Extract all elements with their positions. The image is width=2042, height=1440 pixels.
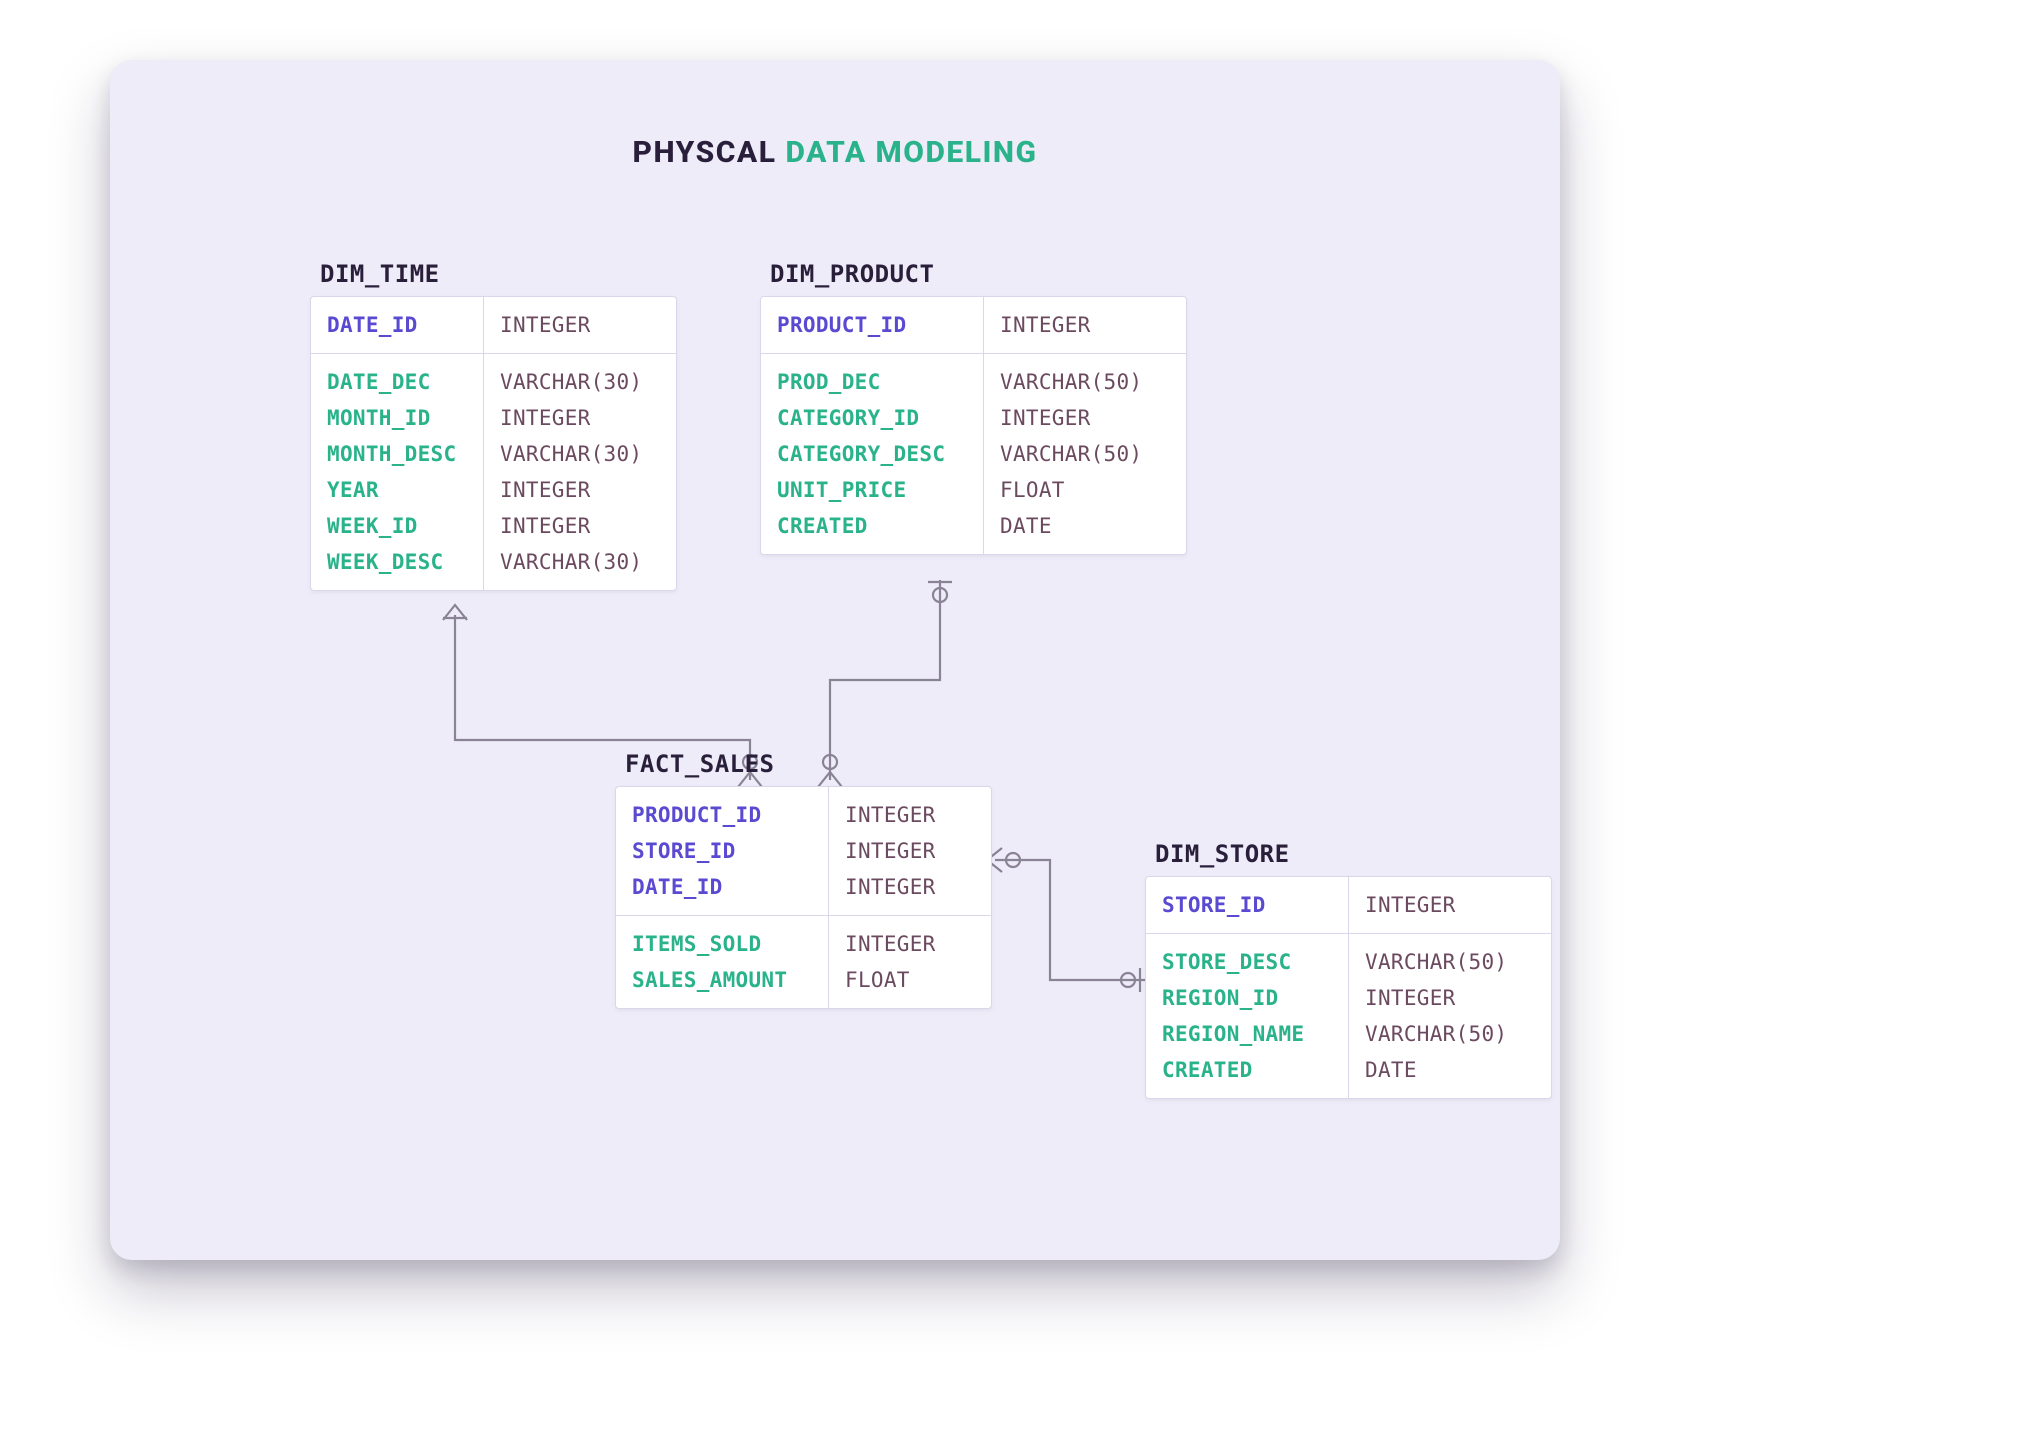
pk-names: PRODUCT_ID STORE_ID DATE_ID [616,787,829,915]
attr-names: ITEMS_SOLD SALES_AMOUNT [616,916,829,1008]
rel-dimstore-factsales [987,848,1145,992]
pk-names: STORE_ID [1146,877,1349,933]
column-name: SALES_AMOUNT [632,962,812,998]
column-name: WEEK_ID [327,508,467,544]
column-type: INTEGER [1000,400,1170,436]
column-type: INTEGER [1365,980,1535,1016]
column-name: MONTH_ID [327,400,467,436]
column-name: CATEGORY_DESC [777,436,967,472]
entity-dim-time: DIM_TIME DATE_ID INTEGER DATE_DEC MONTH_… [310,260,677,591]
column-name: STORE_ID [632,833,812,869]
column-type: INTEGER [1000,307,1170,343]
entity-table: PRODUCT_ID STORE_ID DATE_ID INTEGER INTE… [615,786,992,1009]
column-type: VARCHAR(50) [1365,944,1535,980]
attr-types: VARCHAR(50) INTEGER VARCHAR(50) DATE [1349,934,1551,1098]
entity-name: DIM_STORE [1155,840,1552,868]
column-name: STORE_ID [1162,887,1332,923]
column-type: VARCHAR(30) [500,544,660,580]
pk-types: INTEGER [484,297,676,353]
title-part2: DATA MODELING [785,135,1037,170]
column-name: ITEMS_SOLD [632,926,812,962]
diagram-title: PHYSCAL DATA MODELING [110,135,1560,170]
column-name: DATE_ID [632,869,812,905]
pk-names: PRODUCT_ID [761,297,984,353]
entity-dim-product: DIM_PRODUCT PRODUCT_ID INTEGER PROD_DEC … [760,260,1187,555]
pk-section: PRODUCT_ID STORE_ID DATE_ID INTEGER INTE… [616,787,991,915]
column-name: REGION_NAME [1162,1016,1332,1052]
column-type: DATE [1365,1052,1535,1088]
column-name: YEAR [327,472,467,508]
column-name: PROD_DEC [777,364,967,400]
entity-name: DIM_PRODUCT [770,260,1187,288]
pk-types: INTEGER INTEGER INTEGER [829,787,991,915]
column-name: CREATED [1162,1052,1332,1088]
entity-dim-store: DIM_STORE STORE_ID INTEGER STORE_DESC RE… [1145,840,1552,1099]
stage: PHYSCAL DATA MODELING [0,0,2042,1440]
column-type: INTEGER [845,797,975,833]
column-type: VARCHAR(50) [1000,364,1170,400]
column-name: CREATED [777,508,967,544]
entity-table: STORE_ID INTEGER STORE_DESC REGION_ID RE… [1145,876,1552,1099]
column-type: INTEGER [1365,887,1535,923]
pk-section: PRODUCT_ID INTEGER [761,297,1186,353]
column-name: UNIT_PRICE [777,472,967,508]
column-type: VARCHAR(50) [1365,1016,1535,1052]
attrs-section: DATE_DEC MONTH_ID MONTH_DESC YEAR WEEK_I… [311,353,676,590]
column-type: VARCHAR(30) [500,364,660,400]
column-type: FLOAT [845,962,975,998]
column-name: DATE_DEC [327,364,467,400]
entity-name: FACT_SALES [625,750,992,778]
column-type: INTEGER [500,472,660,508]
column-name: PRODUCT_ID [777,307,967,343]
column-name: CATEGORY_ID [777,400,967,436]
pk-section: STORE_ID INTEGER [1146,877,1551,933]
attr-names: DATE_DEC MONTH_ID MONTH_DESC YEAR WEEK_I… [311,354,484,590]
entity-name: DIM_TIME [320,260,677,288]
attr-names: PROD_DEC CATEGORY_ID CATEGORY_DESC UNIT_… [761,354,984,554]
column-name: MONTH_DESC [327,436,467,472]
entity-table: PRODUCT_ID INTEGER PROD_DEC CATEGORY_ID … [760,296,1187,555]
diagram-card: PHYSCAL DATA MODELING [110,60,1560,1260]
column-name: WEEK_DESC [327,544,467,580]
attrs-section: ITEMS_SOLD SALES_AMOUNT INTEGER FLOAT [616,915,991,1008]
column-name: PRODUCT_ID [632,797,812,833]
column-type: FLOAT [1000,472,1170,508]
column-type: INTEGER [500,508,660,544]
column-name: REGION_ID [1162,980,1332,1016]
entity-fact-sales: FACT_SALES PRODUCT_ID STORE_ID DATE_ID I… [615,750,992,1009]
attr-types: INTEGER FLOAT [829,916,991,1008]
pk-section: DATE_ID INTEGER [311,297,676,353]
column-type: INTEGER [845,926,975,962]
attrs-section: STORE_DESC REGION_ID REGION_NAME CREATED… [1146,933,1551,1098]
title-part1: PHYSCAL [633,135,777,170]
attrs-section: PROD_DEC CATEGORY_ID CATEGORY_DESC UNIT_… [761,353,1186,554]
column-type: DATE [1000,508,1170,544]
entity-table: DATE_ID INTEGER DATE_DEC MONTH_ID MONTH_… [310,296,677,591]
attr-types: VARCHAR(50) INTEGER VARCHAR(50) FLOAT DA… [984,354,1186,554]
column-type: INTEGER [500,400,660,436]
pk-types: INTEGER [984,297,1186,353]
column-type: VARCHAR(50) [1000,436,1170,472]
column-type: INTEGER [500,307,660,343]
attr-types: VARCHAR(30) INTEGER VARCHAR(30) INTEGER … [484,354,676,590]
attr-names: STORE_DESC REGION_ID REGION_NAME CREATED [1146,934,1349,1098]
column-name: STORE_DESC [1162,944,1332,980]
column-type: VARCHAR(30) [500,436,660,472]
column-type: INTEGER [845,869,975,905]
pk-names: DATE_ID [311,297,484,353]
column-type: INTEGER [845,833,975,869]
pk-types: INTEGER [1349,877,1551,933]
column-name: DATE_ID [327,307,467,343]
